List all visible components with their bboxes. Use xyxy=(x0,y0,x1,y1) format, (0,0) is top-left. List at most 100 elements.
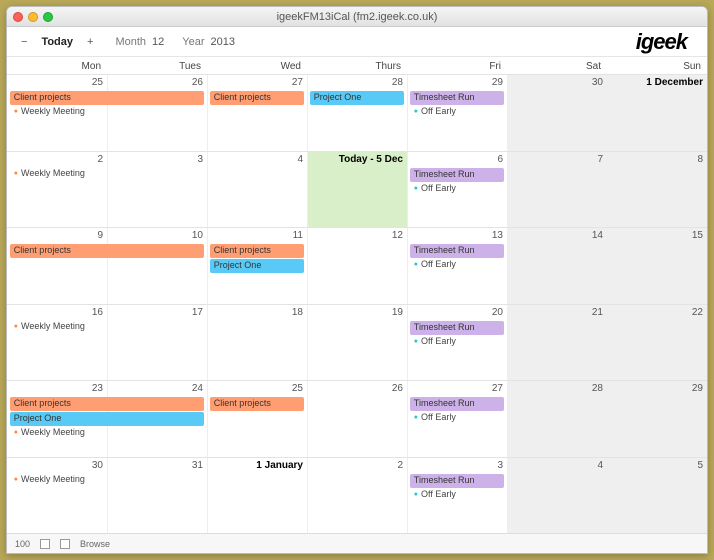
event-dot[interactable]: Weekly Meeting xyxy=(10,474,104,484)
date-number: 27 xyxy=(292,77,303,88)
today-button[interactable]: Today xyxy=(37,34,77,50)
event-bar[interactable]: Client projects xyxy=(210,91,304,105)
month-label: Month xyxy=(115,36,146,48)
event-bar[interactable]: Timesheet Run xyxy=(410,321,504,335)
date-number: 13 xyxy=(492,230,503,241)
events-layer: Timesheet Run Weekly Meeting Off Early xyxy=(7,321,707,381)
date-number: 16 xyxy=(92,307,103,318)
event-bar[interactable]: Timesheet Run xyxy=(410,397,504,411)
event-dot[interactable]: Weekly Meeting xyxy=(10,106,104,116)
date-number: 25 xyxy=(292,383,303,394)
date-number: 5 xyxy=(697,460,703,471)
date-number: 10 xyxy=(192,230,203,241)
date-number: 18 xyxy=(292,307,303,318)
prev-button[interactable]: − xyxy=(17,34,31,50)
toolbar: − Today + Month 12 Year 2013 igeek xyxy=(7,27,707,57)
next-button[interactable]: + xyxy=(83,34,97,50)
event-dot[interactable]: Off Early xyxy=(410,183,504,193)
date-number: 28 xyxy=(592,383,603,394)
week-row: 30311 January2345Timesheet RunWeekly Mee… xyxy=(7,457,707,534)
window-controls xyxy=(13,12,53,22)
event-bar[interactable]: Client projects xyxy=(210,244,304,258)
date-number: 26 xyxy=(392,383,403,394)
date-number: 31 xyxy=(192,460,203,471)
date-number: 23 xyxy=(92,383,103,394)
events-layer: Timesheet Run Weekly Meeting Off Early xyxy=(7,168,707,228)
zoom-level[interactable]: 100 xyxy=(15,539,30,549)
event-dot[interactable]: Off Early xyxy=(410,336,504,346)
event-dot[interactable]: Weekly Meeting xyxy=(10,427,104,437)
date-number: 3 xyxy=(197,154,203,165)
date-number: 6 xyxy=(497,154,503,165)
event-bar[interactable]: Project One xyxy=(210,259,304,273)
date-number: 24 xyxy=(192,383,203,394)
event-dot[interactable]: Weekly Meeting xyxy=(10,168,104,178)
date-number: 21 xyxy=(592,307,603,318)
year-label: Year xyxy=(182,36,204,48)
event-dot[interactable]: Off Early xyxy=(410,106,504,116)
window-title: igeekFM13iCal (fm2.igeek.co.uk) xyxy=(7,11,707,23)
weekday-mon: Mon xyxy=(7,57,107,74)
date-number: 1 December xyxy=(646,77,703,88)
week-row: 23 24 25 26 27 28 29 Client projects Client proj… xyxy=(7,380,707,457)
date-number: 17 xyxy=(192,307,203,318)
week-row: 16 17 18 19 20 21 22 Timesheet Run Weekly Meetin… xyxy=(7,304,707,381)
event-bar[interactable]: Client projects xyxy=(10,397,204,411)
date-number: 19 xyxy=(392,307,403,318)
date-number: Today - 5 Dec xyxy=(339,154,403,165)
year-value[interactable]: 2013 xyxy=(211,36,235,48)
events-layer: Client projects Client projects Project On… xyxy=(7,91,707,151)
zoom-icon[interactable] xyxy=(43,12,53,22)
date-number: 7 xyxy=(597,154,603,165)
event-bar[interactable]: Project One xyxy=(310,91,404,105)
status-bar: 100 Browse xyxy=(7,533,707,553)
events-layer: Client projectsClient projectsProject On… xyxy=(7,397,707,457)
event-bar[interactable]: Timesheet Run xyxy=(410,244,504,258)
event-bar[interactable]: Timesheet Run xyxy=(410,168,504,182)
weekday-header: Mon Tues Wed Thurs Fri Sat Sun xyxy=(7,57,707,74)
app-window: igeekFM13iCal (fm2.igeek.co.uk) − Today … xyxy=(6,6,708,554)
event-bar[interactable]: Project One xyxy=(10,412,204,426)
weeks-grid: 2526272829301 DecemberClient projectsCli… xyxy=(7,74,707,533)
browse-mode[interactable]: Browse xyxy=(80,539,110,549)
event-bar[interactable]: Client projects xyxy=(10,244,204,258)
event-dot[interactable]: Off Early xyxy=(410,412,504,422)
weekday-thu: Thurs xyxy=(307,57,407,74)
event-bar[interactable]: Client projects xyxy=(210,397,304,411)
events-layer: Client projectsClient projectsProject On… xyxy=(7,244,707,304)
weekday-wed: Wed xyxy=(207,57,307,74)
date-number: 14 xyxy=(592,230,603,241)
view-icon[interactable] xyxy=(60,539,70,549)
date-number: 2 xyxy=(97,154,103,165)
week-row: 2526272829301 DecemberClient projectsCli… xyxy=(7,74,707,151)
date-number: 15 xyxy=(692,230,703,241)
events-layer: Timesheet Run Weekly Meeting Off Early xyxy=(7,474,707,534)
event-dot[interactable]: Off Early xyxy=(410,259,504,269)
date-number: 4 xyxy=(297,154,303,165)
weekday-sun: Sun xyxy=(607,57,707,74)
date-number: 22 xyxy=(692,307,703,318)
minimize-icon[interactable] xyxy=(28,12,38,22)
close-icon[interactable] xyxy=(13,12,23,22)
event-dot[interactable]: Off Early xyxy=(410,489,504,499)
date-number: 4 xyxy=(597,460,603,471)
date-number: 30 xyxy=(92,460,103,471)
titlebar: igeekFM13iCal (fm2.igeek.co.uk) xyxy=(7,7,707,27)
layout-icon[interactable] xyxy=(40,539,50,549)
event-bar[interactable]: Timesheet Run xyxy=(410,474,504,488)
date-number: 25 xyxy=(92,77,103,88)
month-value[interactable]: 12 xyxy=(152,36,164,48)
date-number: 2 xyxy=(397,460,403,471)
date-number: 20 xyxy=(492,307,503,318)
date-number: 9 xyxy=(97,230,103,241)
event-bar[interactable]: Timesheet Run xyxy=(410,91,504,105)
event-dot[interactable]: Weekly Meeting xyxy=(10,321,104,331)
date-number: 1 January xyxy=(256,460,303,471)
event-bar[interactable]: Client projects xyxy=(10,91,204,105)
week-row: 9101112131415Client projectsClient proje… xyxy=(7,227,707,304)
date-number: 27 xyxy=(492,383,503,394)
date-number: 8 xyxy=(697,154,703,165)
week-row: 2 3 4 Today - 5 Dec 6 7 8 Timesheet Run Weekly M… xyxy=(7,151,707,228)
date-number: 29 xyxy=(692,383,703,394)
weekday-tue: Tues xyxy=(107,57,207,74)
